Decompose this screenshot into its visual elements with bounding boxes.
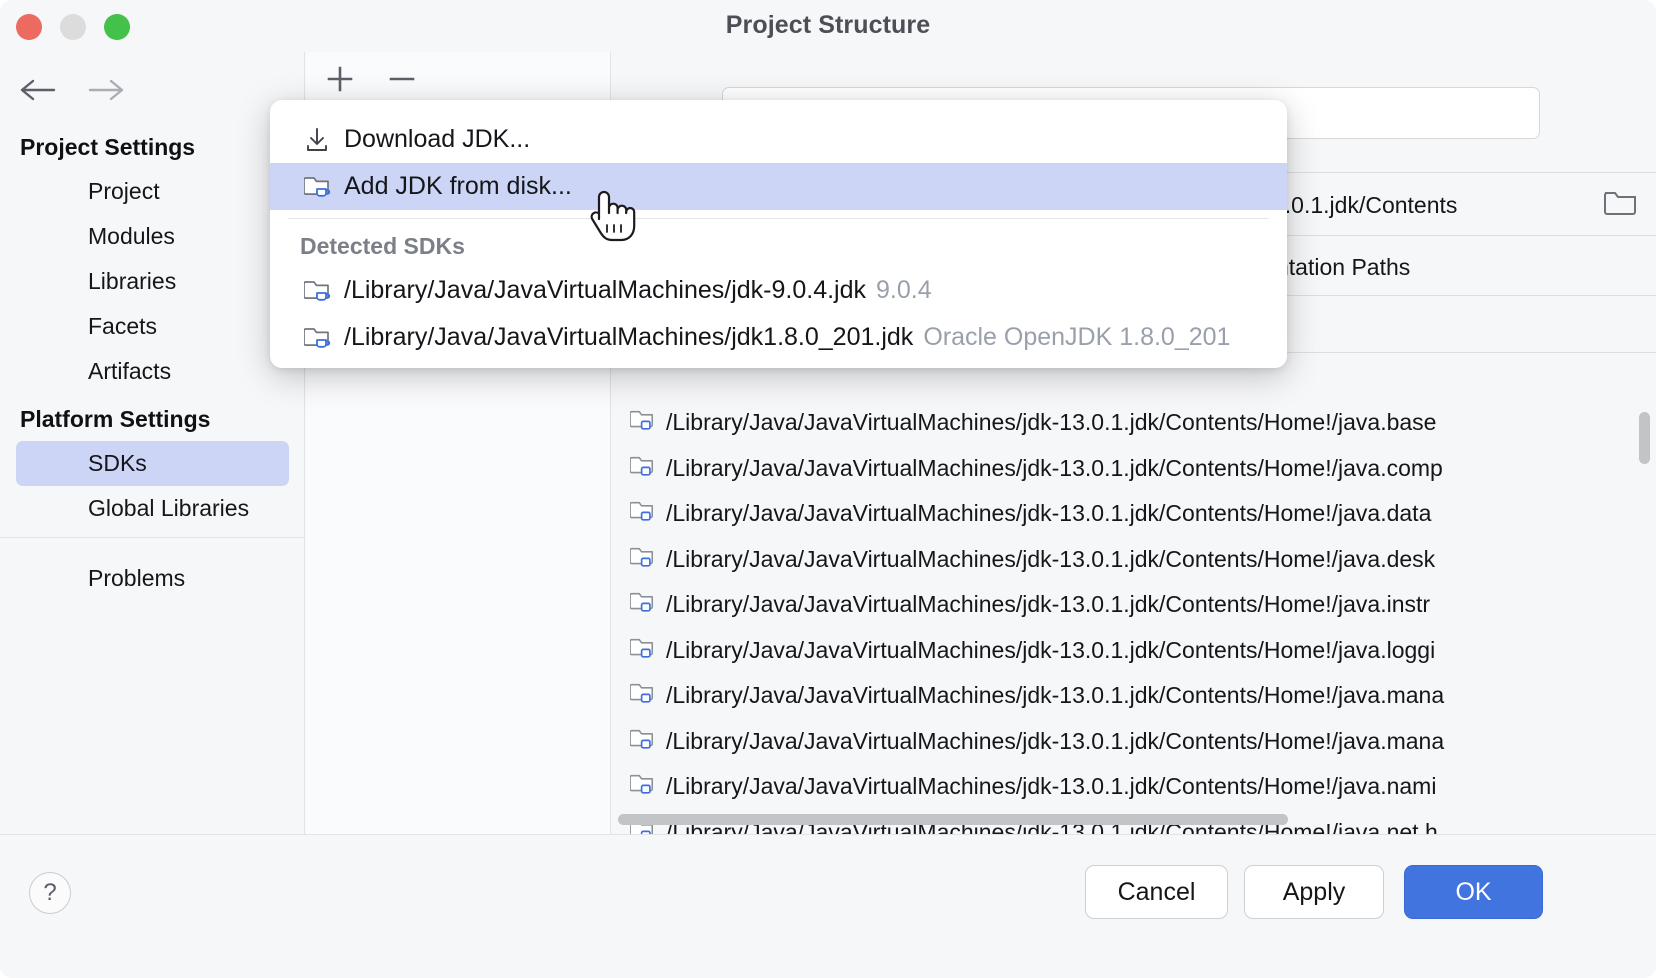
arrow-right-icon <box>86 79 124 101</box>
dialog-footer: ? Cancel Apply OK <box>0 834 1656 978</box>
classpath-entry-row[interactable]: /Library/Java/JavaVirtualMachines/jdk-13… <box>612 491 1656 537</box>
classpath-entry-label: /Library/Java/JavaVirtualMachines/jdk-13… <box>666 546 1435 573</box>
sidebar-item-modules[interactable]: Modules <box>16 214 289 259</box>
apply-button[interactable]: Apply <box>1244 865 1384 919</box>
classpath-entry-row[interactable]: /Library/Java/JavaVirtualMachines/jdk-13… <box>612 673 1656 719</box>
sidebar-item-problems[interactable]: Problems <box>16 556 289 601</box>
settings-sidebar: Project Settings Project Modules Librari… <box>0 52 305 834</box>
back-button[interactable] <box>20 72 58 108</box>
jar-folder-icon <box>630 681 656 710</box>
jar-folder-icon <box>630 636 656 665</box>
classpath-entry-row[interactable]: /Library/Java/JavaVirtualMachines/jdk-13… <box>612 764 1656 810</box>
jar-folder-icon <box>630 590 656 619</box>
sidebar-group-project-settings: Project Modules Libraries Facets Artifac… <box>0 169 305 394</box>
browse-folder-button[interactable] <box>1602 187 1638 221</box>
vertical-scrollbar-thumb[interactable] <box>1639 412 1650 464</box>
popup-detected-sdk-version: Oracle OpenJDK 1.8.0_201 <box>923 323 1230 352</box>
sidebar-item-global-libraries[interactable]: Global Libraries <box>16 486 289 531</box>
popup-detected-sdk-version: 9.0.4 <box>876 276 932 305</box>
sidebar-heading-project-settings: Project Settings <box>0 134 305 161</box>
jar-folder-icon <box>630 454 656 483</box>
sidebar-item-project[interactable]: Project <box>16 169 289 214</box>
classpath-entry-row[interactable]: /Library/Java/JavaVirtualMachines/jdk-13… <box>612 537 1656 583</box>
plus-icon <box>324 63 356 95</box>
jdk-folder-icon <box>304 174 336 200</box>
project-structure-dialog: Project Structure Project Settings Proje… <box>0 0 1656 978</box>
classpath-entry-row[interactable]: /Library/Java/JavaVirtualMachines/jdk-13… <box>612 628 1656 674</box>
sidebar-heading-platform-settings: Platform Settings <box>0 406 305 433</box>
popup-detected-sdks-heading: Detected SDKs <box>270 225 1287 267</box>
popup-separator <box>288 218 1269 219</box>
classpath-entry-row[interactable]: /Library/Java/JavaVirtualMachines/jdk-13… <box>612 719 1656 765</box>
popup-detected-sdk-path: /Library/Java/JavaVirtualMachines/jdk1.8… <box>344 323 913 352</box>
classpath-entry-row[interactable]: /Library/Java/JavaVirtualMachines/jdk-13… <box>612 446 1656 492</box>
popup-item-add-jdk-from-disk[interactable]: Add JDK from disk... <box>270 163 1287 210</box>
jar-folder-icon <box>630 727 656 756</box>
classpath-entry-label: /Library/Java/JavaVirtualMachines/jdk-13… <box>666 500 1431 527</box>
classpath-entry-list[interactable]: /Library/Java/JavaVirtualMachines/jdk-13… <box>612 400 1656 834</box>
window-title: Project Structure <box>0 11 1656 40</box>
classpath-entry-label: /Library/Java/JavaVirtualMachines/jdk-13… <box>666 409 1436 436</box>
sidebar-divider <box>0 537 305 538</box>
download-icon <box>304 127 336 153</box>
ok-button[interactable]: OK <box>1404 865 1543 919</box>
jdk-folder-icon <box>304 278 336 304</box>
classpath-entry-label: /Library/Java/JavaVirtualMachines/jdk-13… <box>666 637 1435 664</box>
classpath-entry-label: /Library/Java/JavaVirtualMachines/jdk-13… <box>666 682 1444 709</box>
horizontal-scrollbar-track[interactable] <box>612 812 1656 826</box>
classpath-entry-row[interactable]: /Library/Java/JavaVirtualMachines/jdk-13… <box>612 400 1656 446</box>
horizontal-scrollbar-thumb[interactable] <box>618 814 1288 825</box>
minus-icon <box>386 63 418 95</box>
title-bar: Project Structure <box>0 0 1656 52</box>
sidebar-item-artifacts[interactable]: Artifacts <box>16 349 289 394</box>
popup-item-download-jdk[interactable]: Download JDK... <box>270 116 1287 163</box>
classpath-entry-label: /Library/Java/JavaVirtualMachines/jdk-13… <box>666 591 1430 618</box>
sidebar-group-platform-settings: SDKs Global Libraries <box>0 441 305 531</box>
sidebar-item-facets[interactable]: Facets <box>16 304 289 349</box>
jar-folder-icon <box>630 772 656 801</box>
popup-detected-sdk-item[interactable]: /Library/Java/JavaVirtualMachines/jdk1.8… <box>270 314 1287 361</box>
popup-detected-sdk-item[interactable]: /Library/Java/JavaVirtualMachines/jdk-9.… <box>270 267 1287 314</box>
classpath-entry-label: /Library/Java/JavaVirtualMachines/jdk-13… <box>666 455 1443 482</box>
cancel-button[interactable]: Cancel <box>1085 865 1228 919</box>
classpath-entry-label: /Library/Java/JavaVirtualMachines/jdk-13… <box>666 728 1444 755</box>
folder-icon <box>1602 187 1638 217</box>
jar-folder-icon <box>630 499 656 528</box>
jar-folder-icon <box>630 408 656 437</box>
remove-sdk-button[interactable] <box>380 57 424 101</box>
popup-item-add-jdk-from-disk-label: Add JDK from disk... <box>344 172 572 201</box>
classpath-entry-row[interactable]: /Library/Java/JavaVirtualMachines/jdk-13… <box>612 582 1656 628</box>
documentation-paths-tab-label[interactable]: ntation Paths <box>1276 254 1656 281</box>
sdk-home-path-value[interactable]: 3.0.1.jdk/Contents <box>1272 192 1457 219</box>
popup-top-padding <box>270 100 1287 116</box>
sdk-list-toolbar <box>306 52 611 106</box>
classpath-entry-label: /Library/Java/JavaVirtualMachines/jdk-13… <box>666 773 1436 800</box>
arrow-left-icon <box>20 79 58 101</box>
add-sdk-button[interactable] <box>318 57 362 101</box>
popup-detected-sdk-path: /Library/Java/JavaVirtualMachines/jdk-9.… <box>344 276 866 305</box>
add-sdk-popup-menu: Download JDK... Add JDK from disk... Det… <box>270 100 1287 368</box>
jar-folder-icon <box>630 545 656 574</box>
help-button[interactable]: ? <box>29 872 71 914</box>
sidebar-item-sdks[interactable]: SDKs <box>16 441 289 486</box>
jdk-folder-icon <box>304 325 336 351</box>
forward-button[interactable] <box>86 72 124 108</box>
popup-item-download-jdk-label: Download JDK... <box>344 125 530 154</box>
navigation-controls <box>20 72 124 108</box>
sidebar-item-libraries[interactable]: Libraries <box>16 259 289 304</box>
